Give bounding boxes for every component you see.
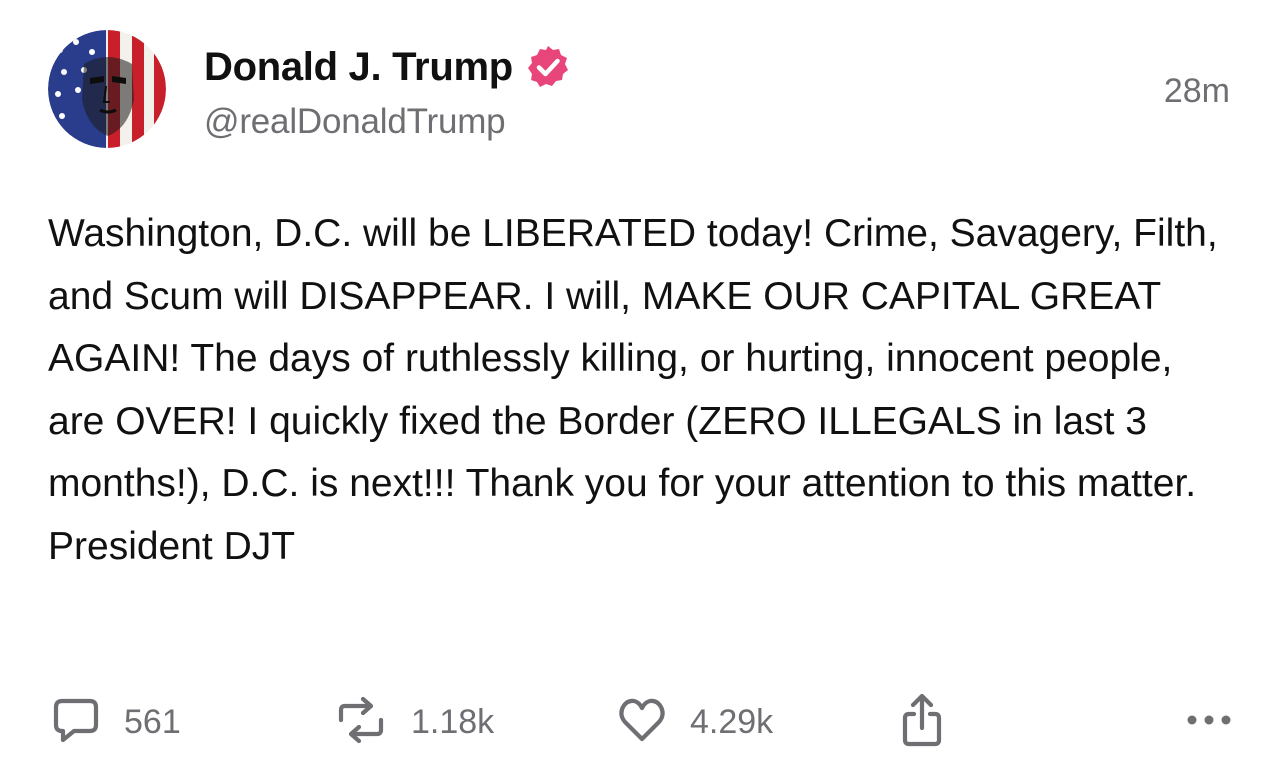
like-count: 4.29k	[690, 702, 774, 741]
repost-button[interactable]: 1.18k	[333, 694, 494, 750]
avatar[interactable]	[48, 30, 166, 148]
share-icon	[900, 692, 944, 753]
like-button[interactable]: 4.29k	[616, 694, 773, 750]
author-display-name[interactable]: Donald J. Trump	[204, 45, 513, 90]
post-body-text: Washington, D.C. will be LIBERATED today…	[48, 212, 1218, 568]
post-card: Donald J. Trump @realDonaldTrump 28m Was…	[0, 0, 1280, 779]
repost-count: 1.18k	[411, 702, 495, 741]
author-block: Donald J. Trump @realDonaldTrump	[204, 38, 571, 142]
avatar-flag-portrait-icon	[48, 30, 166, 148]
share-button[interactable]	[900, 692, 944, 753]
more-dots-icon	[1185, 710, 1233, 735]
author-handle[interactable]: @realDonaldTrump	[204, 102, 571, 142]
heart-icon	[616, 694, 668, 751]
reply-bubble-icon	[50, 694, 102, 751]
more-options-button[interactable]	[1185, 694, 1233, 750]
reply-button[interactable]: 561	[50, 694, 181, 750]
post-actions-bar: 561 1.18k 4.29k	[48, 692, 1233, 753]
name-row: Donald J. Trump	[204, 38, 571, 96]
verified-badge-icon	[525, 44, 571, 90]
post-timestamp[interactable]: 28m	[1164, 72, 1230, 111]
repost-icon	[333, 694, 389, 751]
reply-count: 561	[124, 702, 181, 741]
